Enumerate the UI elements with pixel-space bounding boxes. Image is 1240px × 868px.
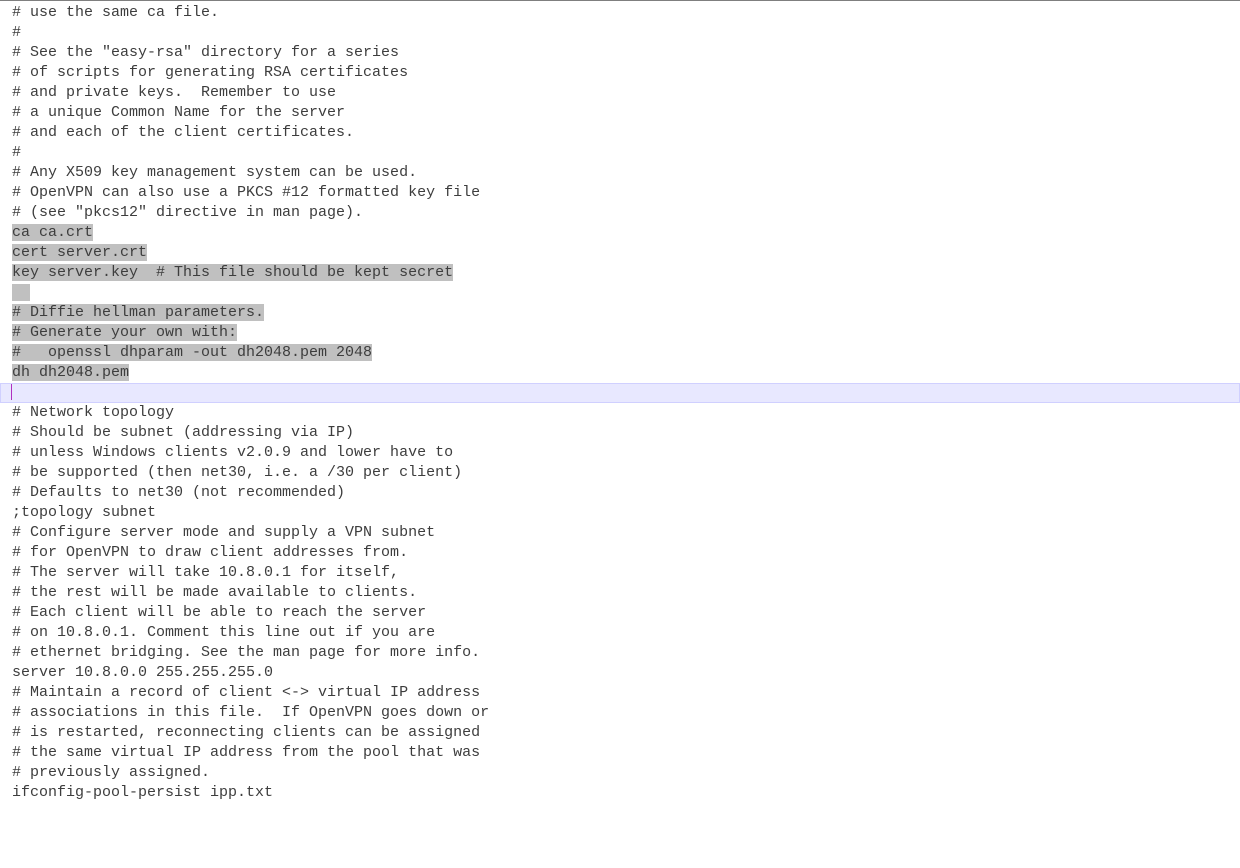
code-line[interactable]: # for OpenVPN to draw client addresses f… [12,543,1240,563]
code-line[interactable]: # on 10.8.0.1. Comment this line out if … [12,623,1240,643]
code-line[interactable]: # Network topology [12,403,1240,423]
code-line[interactable]: # the same virtual IP address from the p… [12,743,1240,763]
code-line[interactable]: dh dh2048.pem [12,363,1240,383]
code-line[interactable]: # Each client will be able to reach the … [12,603,1240,623]
code-line[interactable]: # be supported (then net30, i.e. a /30 p… [12,463,1240,483]
code-line[interactable]: server 10.8.0.0 255.255.255.0 [12,663,1240,683]
code-line[interactable]: # use the same ca file. [12,3,1240,23]
code-line[interactable]: # the rest will be made available to cli… [12,583,1240,603]
code-line[interactable]: # Should be subnet (addressing via IP) [12,423,1240,443]
code-line[interactable]: # and each of the client certificates. [12,123,1240,143]
code-line[interactable]: # [12,143,1240,163]
code-line[interactable]: key server.key # This file should be kep… [12,263,1240,283]
code-line[interactable]: # [12,23,1240,43]
code-line[interactable]: # unless Windows clients v2.0.9 and lowe… [12,443,1240,463]
code-line[interactable]: # Configure server mode and supply a VPN… [12,523,1240,543]
code-line[interactable]: ifconfig-pool-persist ipp.txt [12,783,1240,803]
code-line[interactable]: # Defaults to net30 (not recommended) [12,483,1240,503]
code-line[interactable]: # Any X509 key management system can be … [12,163,1240,183]
code-line[interactable]: # openssl dhparam -out dh2048.pem 2048 [12,343,1240,363]
code-line[interactable]: ;topology subnet [12,503,1240,523]
code-line[interactable]: # and private keys. Remember to use [12,83,1240,103]
code-line[interactable]: # The server will take 10.8.0.1 for itse… [12,563,1240,583]
code-line[interactable] [0,383,1240,403]
code-line[interactable]: # previously assigned. [12,763,1240,783]
code-line[interactable]: # of scripts for generating RSA certific… [12,63,1240,83]
code-line[interactable]: # ethernet bridging. See the man page fo… [12,643,1240,663]
code-line[interactable]: # a unique Common Name for the server [12,103,1240,123]
code-line[interactable]: # Generate your own with: [12,323,1240,343]
code-line[interactable]: # associations in this file. If OpenVPN … [12,703,1240,723]
text-editor[interactable]: # use the same ca file.## See the "easy-… [0,0,1240,803]
code-line[interactable]: ca ca.crt [12,223,1240,243]
code-line[interactable]: # (see "pkcs12" directive in man page). [12,203,1240,223]
code-line[interactable]: # Maintain a record of client <-> virtua… [12,683,1240,703]
code-line[interactable]: # Diffie hellman parameters. [12,303,1240,323]
code-line[interactable]: # OpenVPN can also use a PKCS #12 format… [12,183,1240,203]
code-line[interactable]: cert server.crt [12,243,1240,263]
code-line[interactable]: # See the "easy-rsa" directory for a ser… [12,43,1240,63]
code-line[interactable] [12,283,1240,303]
code-line[interactable]: # is restarted, reconnecting clients can… [12,723,1240,743]
